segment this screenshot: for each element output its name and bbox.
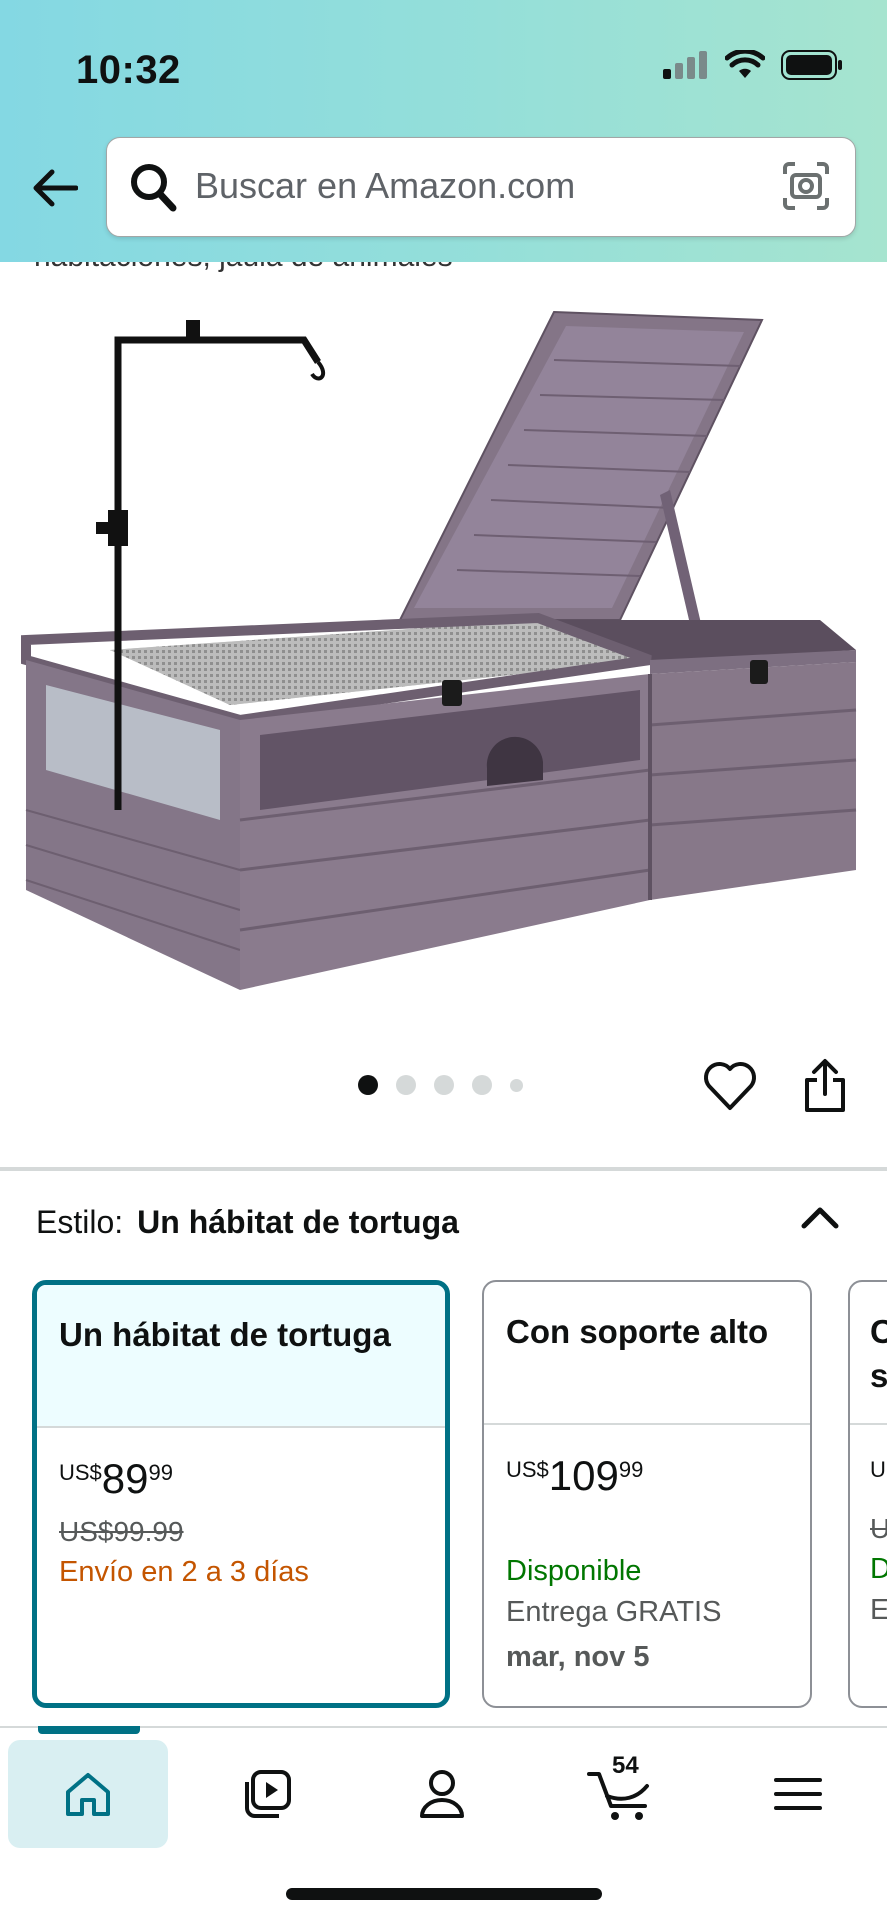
price-whole: 109 (548, 1452, 619, 1499)
cart-count-badge: 54 (612, 1752, 639, 1779)
style-option-name: Con soporte alto (484, 1282, 810, 1425)
carousel-dot[interactable] (472, 1075, 492, 1095)
style-option-card[interactable]: C s U U D E (848, 1280, 887, 1708)
status-icons (663, 50, 843, 80)
home-icon (66, 1773, 110, 1816)
bottom-nav: 54 (0, 1726, 887, 1920)
status-time: 10:32 (76, 48, 181, 92)
price-fraction: 99 (148, 1460, 173, 1485)
style-selector-header: Estilo: Un hábitat de tortuga (36, 1204, 459, 1241)
price-currency: US$ (506, 1457, 549, 1482)
image-carousel-dots[interactable] (358, 1075, 523, 1095)
price: US$ 89 99 (59, 1454, 423, 1514)
home-indicator (286, 1888, 602, 1900)
price: US$ 109 99 (506, 1451, 788, 1511)
carousel-dot[interactable] (396, 1075, 416, 1095)
chevron-up-icon[interactable] (794, 1196, 846, 1236)
back-button[interactable] (26, 160, 82, 216)
carousel-dot[interactable] (434, 1075, 454, 1095)
nav-menu[interactable] (718, 1740, 878, 1848)
style-option-card[interactable]: Un hábitat de tortuga US$ 89 99 US$99.99… (32, 1280, 450, 1708)
battery-icon (781, 50, 842, 80)
nav-videos[interactable] (186, 1740, 346, 1848)
nav-account[interactable] (362, 1740, 522, 1848)
search-placeholder: Buscar en Amazon.com (195, 165, 576, 206)
delivery-date: mar, nov 5 (506, 1641, 650, 1673)
menu-icon (774, 1778, 822, 1810)
delivery-text: E (870, 1594, 887, 1627)
style-options: Un hábitat de tortuga US$ 89 99 US$99.99… (0, 1280, 887, 1710)
back-arrow-icon (33, 169, 78, 207)
carousel-dot[interactable] (358, 1075, 378, 1095)
video-library-icon (245, 1770, 291, 1818)
list-price: US$99.99 (59, 1516, 184, 1547)
price-currency: US$ (59, 1460, 102, 1485)
style-label: Estilo: (36, 1204, 124, 1240)
price-fraction: 99 (618, 1457, 644, 1482)
wifi-icon (725, 50, 765, 78)
availability: Disponible (506, 1555, 642, 1587)
account-icon (420, 1770, 464, 1818)
style-option-card[interactable]: Con soporte alto US$ 109 99 Disponible E… (482, 1280, 812, 1708)
camera-search-icon[interactable] (781, 160, 831, 212)
price-whole: 89 (101, 1455, 149, 1502)
style-selected-value: Un hábitat de tortuga (137, 1204, 459, 1240)
share-icon[interactable] (797, 1058, 853, 1114)
wishlist-heart-icon[interactable] (702, 1058, 758, 1114)
active-tab-indicator (38, 1726, 140, 1734)
price-currency: U (870, 1457, 886, 1482)
delivery-text: Entrega GRATIS (506, 1596, 722, 1628)
price: U (870, 1451, 887, 1511)
product-image[interactable] (0, 290, 887, 1010)
search-input[interactable]: Buscar en Amazon.com (106, 137, 856, 237)
style-option-name: Un hábitat de tortuga (37, 1285, 445, 1428)
nav-home[interactable] (8, 1740, 168, 1848)
style-option-name: C s (850, 1282, 887, 1425)
section-divider (0, 1167, 887, 1171)
search-icon (131, 164, 177, 212)
carousel-dot[interactable] (510, 1078, 523, 1092)
list-price: U (870, 1513, 887, 1545)
header: 10:32 Buscar en Amazon.com (0, 0, 887, 262)
signal-icon (663, 51, 707, 79)
availability: D (870, 1553, 887, 1586)
shipping-estimate: Envío en 2 a 3 días (59, 1556, 309, 1588)
